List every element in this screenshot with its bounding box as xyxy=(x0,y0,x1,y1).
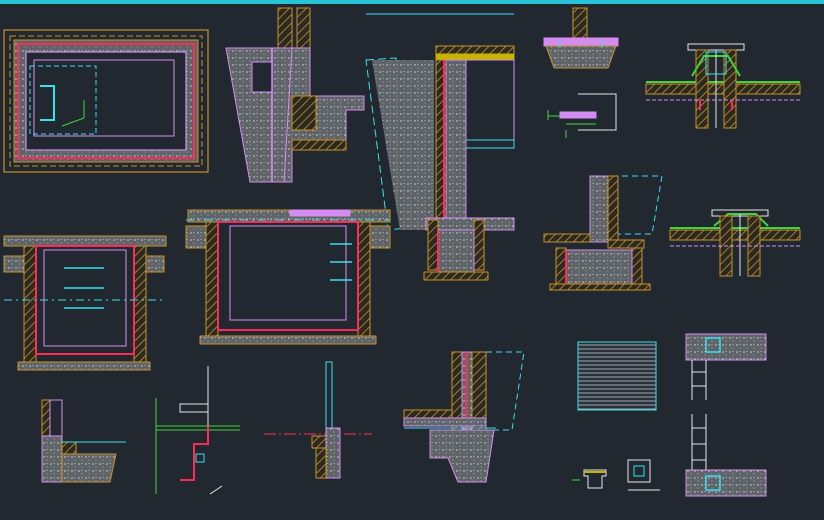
small-bracket-details xyxy=(572,459,660,491)
edge-detail-small xyxy=(41,399,126,483)
grating-plan xyxy=(577,341,657,411)
post-detail xyxy=(264,361,372,479)
pipe-penetration-detail-2 xyxy=(669,209,801,277)
pool-plan xyxy=(3,29,209,173)
red-profile-detail xyxy=(155,366,240,495)
pipe-penetration-detail-1 xyxy=(645,43,801,129)
flange-pipe-small xyxy=(543,7,619,69)
pit-section-small xyxy=(3,235,167,371)
wall-footing-section xyxy=(403,351,525,483)
ladder-elevation xyxy=(685,333,767,497)
wall-step-section xyxy=(225,7,365,183)
cad-drawing-canvas xyxy=(3,7,801,497)
pit-section-large xyxy=(185,209,391,345)
wall-base-section xyxy=(543,175,663,291)
small-fitting-detail xyxy=(547,93,617,138)
